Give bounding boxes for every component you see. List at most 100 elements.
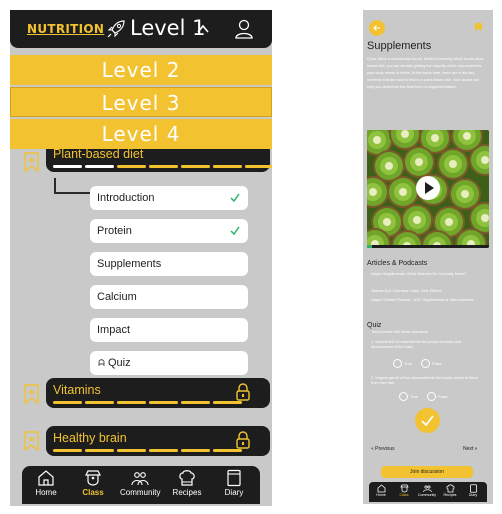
lesson-item[interactable]: Protein [90,219,248,243]
lesson-item[interactable]: Supplements [90,252,248,276]
lesson-item[interactable]: Quiz [90,351,248,375]
module-title: Vitamins [53,383,101,397]
progress-segment [149,165,178,168]
lesson-item[interactable]: Introduction [90,186,248,210]
nav-label: Diary [224,488,244,497]
quiz-subtitle: Test yourself with these questions [371,330,428,334]
user-icon[interactable] [234,18,254,40]
lesson-item[interactable]: Calcium [90,285,248,309]
check-icon [230,226,240,235]
join-discussion-button[interactable]: Join discussion [381,466,473,478]
lesson-label: Protein [97,225,132,237]
nav-recipes[interactable]: Recipes [439,484,461,497]
check-icon [230,193,240,202]
back-button[interactable] [369,20,385,36]
lesson-title: Supplements [367,40,432,52]
level-option-2[interactable]: Level 2 [10,55,272,85]
lesson-label: Calcium [97,291,137,303]
module-progress [53,165,272,168]
radio-false[interactable] [427,392,436,401]
nav-label: Community [120,488,161,497]
nav-class[interactable]: Class [73,469,113,497]
nav-diary[interactable]: Diary [214,469,254,497]
home-icon [377,484,385,493]
lesson-tree-connector [54,178,90,194]
radio-label: False [438,394,448,399]
level-option-4[interactable]: Level 4 [10,119,272,149]
quiz-heading: Quiz [367,322,382,329]
nav-label: Recipes [172,488,202,497]
community-icon [131,472,149,486]
quiz-icon [98,359,105,366]
nav-label: Recipes [443,493,457,497]
lesson-label: Quiz [108,357,131,369]
check-icon [421,415,434,426]
diary-icon [227,469,241,487]
community-icon [422,485,432,493]
lesson-label: Impact [97,324,131,336]
rocket-icon [107,20,125,38]
module-title: Healthy brain [53,431,127,445]
bookmark-icon[interactable] [24,384,39,405]
recipes-icon [446,484,454,493]
lesson-label: Introduction [97,192,155,204]
nav-label: Home [376,493,386,497]
quiz-question: 2. Vegans get all of the micronutrients … [371,376,479,385]
previous-link[interactable]: « Previous [371,446,395,452]
radio-true[interactable] [393,359,402,368]
arrow-left-icon [373,25,380,31]
next-link[interactable]: Next » [463,446,477,452]
lesson-intro: If you follow a nutritionally sound, hea… [367,57,485,89]
nav-community[interactable]: Community [416,484,438,497]
progress-segment [181,165,210,168]
diary-icon [469,484,477,493]
level-selector[interactable]: Level 1 [130,16,205,40]
lesson-label: Supplements [97,258,162,270]
bookmark-icon[interactable] [474,22,483,32]
lock-icon [236,431,250,449]
nav-label: Class [82,488,104,497]
progress-segment [245,165,272,168]
nav-label: Diary [468,493,478,497]
recipes-icon [179,470,195,486]
nav-label: Class [399,493,409,497]
nav-community[interactable]: Community [120,469,160,497]
bookmark-icon[interactable] [24,152,39,173]
nav-class[interactable]: Class [393,484,415,497]
nav-home[interactable]: Home [370,484,392,497]
module-progress [53,449,242,452]
brand-logo[interactable]: NUTRITION [27,22,104,36]
submit-quiz-button[interactable] [415,408,440,433]
lesson-detail-screen: Supplements If you follow a nutritionall… [363,10,493,504]
article-link[interactable]: Vitamin B12 Overview: Uses, Side Effects [371,289,483,294]
video-player[interactable] [367,130,489,248]
lock-icon [236,383,250,401]
quiz-question: 1. Vitamin B12 is essential for the prop… [371,340,462,349]
article-link[interactable]: Vegan Supplements: What Vitamins Do I Ac… [371,272,483,277]
home-icon [38,470,54,486]
module-card-healthy-brain[interactable]: Healthy brain [46,426,270,456]
chevron-up-icon[interactable] [197,24,209,34]
play-button[interactable] [416,176,440,200]
module-card-vitamins[interactable]: Vitamins [46,378,270,408]
bottom-nav: Home Class Community Recipes Diary [369,482,487,502]
class-icon [85,470,101,486]
bookmark-icon[interactable] [24,431,39,452]
radio-false[interactable] [421,359,430,368]
articles-heading: Articles & Podcasts [367,260,428,267]
level-option-3[interactable]: Level 3 [10,87,272,117]
module-progress [53,401,242,404]
nav-home[interactable]: Home [26,469,66,497]
nav-diary[interactable]: Diary [462,484,484,497]
progress-segment [117,165,146,168]
class-icon [399,484,409,493]
nav-label: Community [417,493,437,497]
progress-segment [85,165,114,168]
radio-label: False [432,361,442,366]
article-link[interactable]: Vegan Thinker Podcast - D12, Supplements… [371,298,483,303]
progress-segment [53,165,82,168]
video-progress[interactable] [367,245,489,248]
nav-recipes[interactable]: Recipes [167,469,207,497]
lesson-item[interactable]: Impact [90,318,248,342]
radio-true[interactable] [399,392,408,401]
